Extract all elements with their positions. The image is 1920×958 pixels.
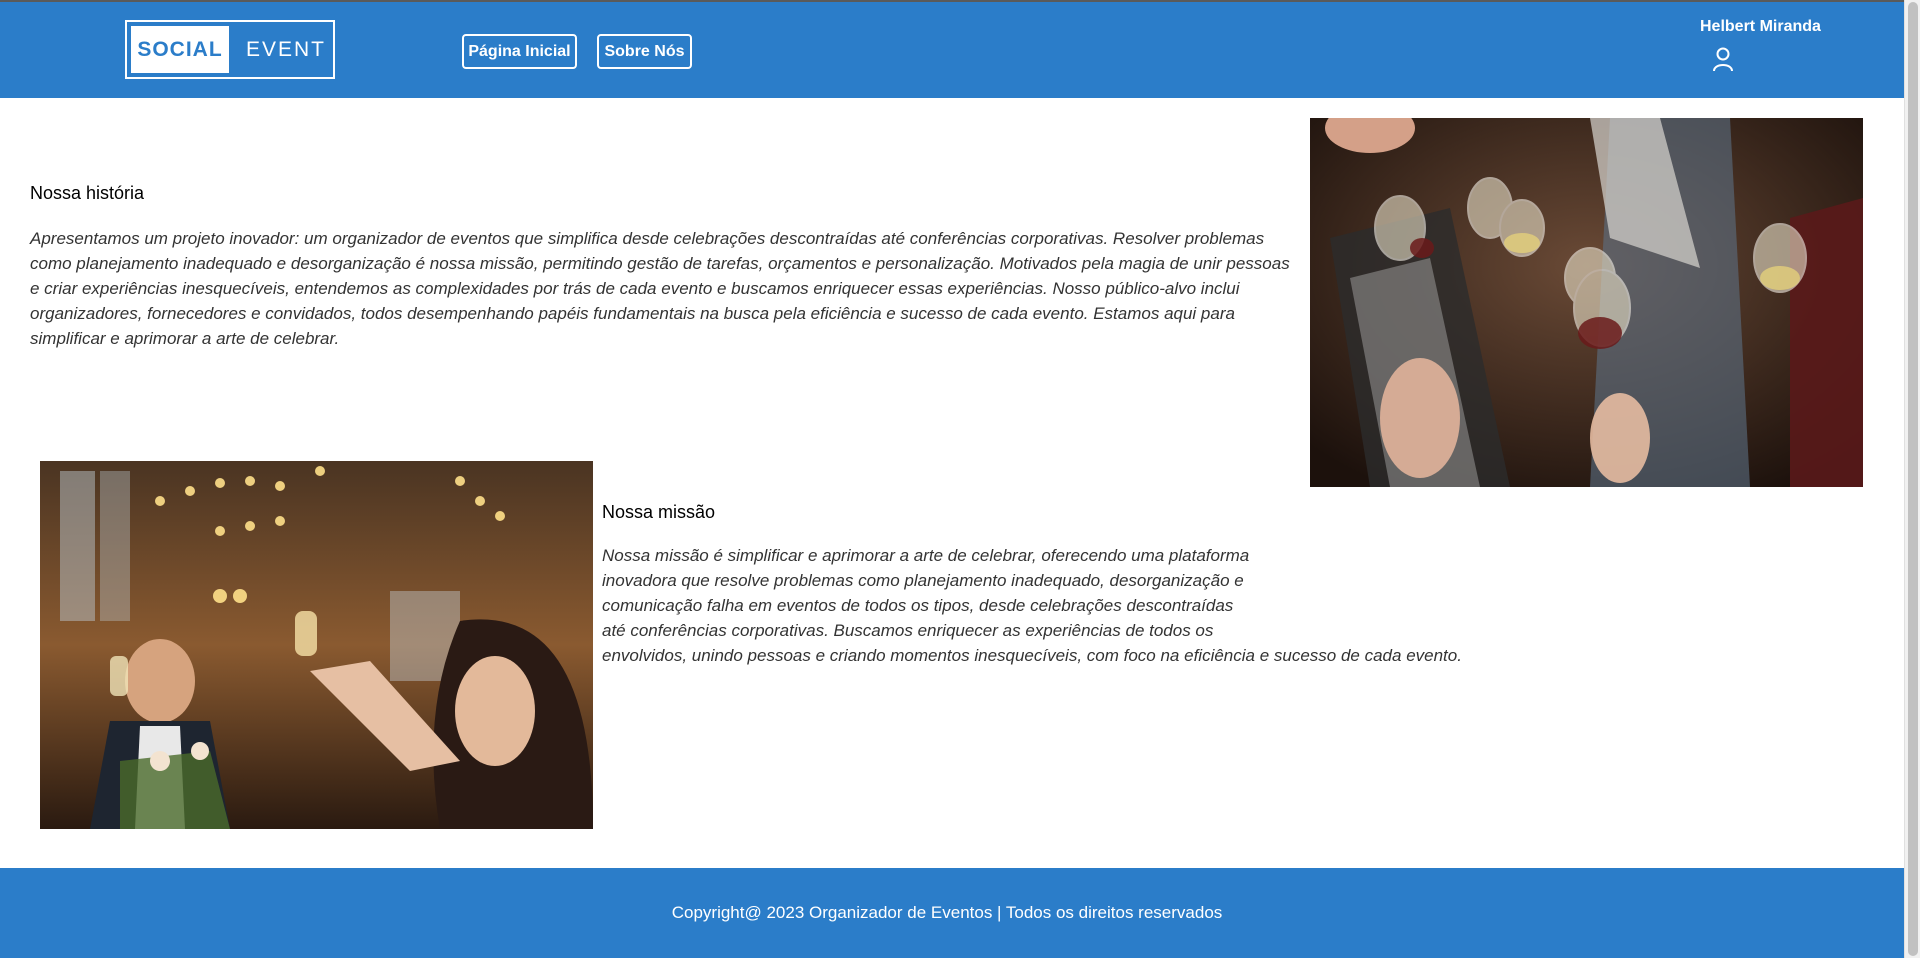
footer: Copyright@ 2023 Organizador de Eventos |… [0,868,1904,958]
nav-about-button[interactable]: Sobre Nós [597,34,692,69]
history-title: Nossa história [30,183,145,203]
toast-photo [1310,118,1863,487]
mission-line: até conferências corporativas. Buscamos … [602,621,1214,640]
mission-line: Nossa missão é simplificar e aprimorar a… [602,546,1250,565]
mission-title: Nossa missão [602,502,716,522]
about-page: SOCIAL EVENT Página Inicial Sobre Nós He… [0,0,1920,958]
mission-line: envolvidos, unindo pessoas e criando mom… [602,646,1462,665]
social-event-logo[interactable]: SOCIAL EVENT [125,20,335,79]
copyright-text: Copyright@ 2023 Organizador de Eventos |… [671,903,1223,922]
vertical-scrollbar[interactable] [1904,0,1920,958]
user-icon[interactable] [1711,46,1735,72]
nav-home-button[interactable]: Página Inicial [462,34,577,69]
history-text: Apresentamos um projeto inovador: um org… [30,229,1290,348]
mission-line: comunicação falha em eventos de todos os… [602,596,1234,615]
top-navbar: SOCIAL EVENT Página Inicial Sobre Nós He… [0,0,1904,98]
mission-text: Nossa missão é simplificar e aprimorar a… [602,543,1502,668]
scrollbar-thumb[interactable] [1908,2,1918,956]
user-name[interactable]: Helbert Miranda [1700,18,1821,36]
logo-event-text: EVENT [246,37,327,61]
mission-line: inovadora que resolve problemas como pla… [602,571,1244,590]
celebration-photo [40,461,593,829]
logo-social-text: SOCIAL [131,26,229,73]
